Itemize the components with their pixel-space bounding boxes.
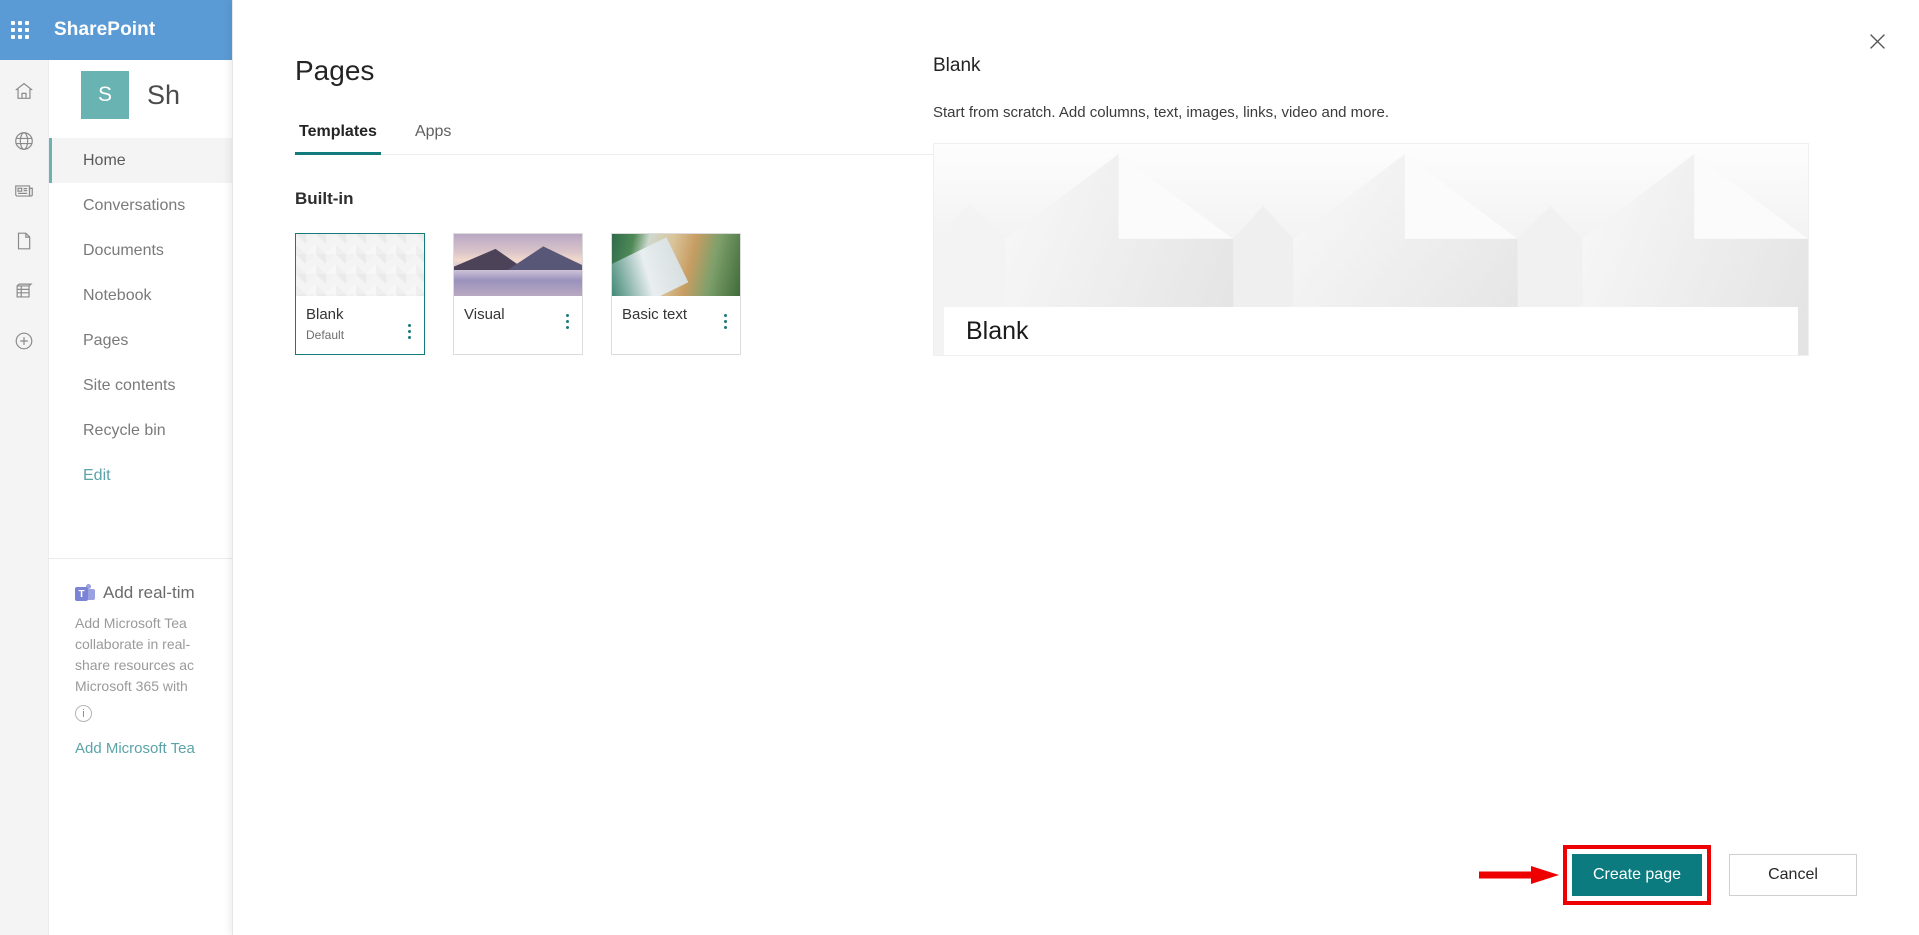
more-options-icon[interactable] — [560, 312, 574, 330]
site-logo: S — [81, 71, 129, 119]
template-card-meta: Blank Default — [296, 296, 424, 354]
preview-title: Blank — [933, 55, 981, 76]
template-default-badge: Default — [306, 328, 345, 342]
create-page-dialog: Pages Templates Apps Built-in Blank Defa… — [232, 0, 1919, 935]
template-thumbnail-basic-text — [612, 234, 740, 296]
tab-templates[interactable]: Templates — [295, 117, 381, 155]
dialog-footer: Create page Cancel — [233, 815, 1919, 935]
app-rail — [0, 60, 49, 935]
home-icon[interactable] — [0, 66, 49, 116]
template-name: Basic text — [622, 306, 688, 323]
template-thumbnail-visual — [454, 234, 582, 296]
suite-bar: SharePoint — [0, 0, 232, 60]
teams-icon: T — [75, 584, 95, 602]
template-card-meta: Basic text — [612, 296, 740, 344]
site-title[interactable]: Sh — [147, 80, 180, 111]
app-launcher-icon[interactable] — [0, 0, 40, 60]
more-options-icon[interactable] — [718, 312, 732, 330]
preview-pane: Blank Start from scratch. Add columns, t… — [933, 55, 1919, 935]
close-icon[interactable] — [1859, 23, 1895, 59]
dialog-body: Pages Templates Apps Built-in Blank Defa… — [233, 0, 1919, 935]
page-title: Pages — [295, 55, 375, 86]
document-icon[interactable] — [0, 216, 49, 266]
template-name: Visual — [464, 306, 505, 323]
red-arrow-annotation — [1478, 866, 1559, 884]
info-icon[interactable]: i — [75, 705, 92, 722]
template-card-visual[interactable]: Visual — [453, 233, 583, 355]
tab-list: Templates Apps — [295, 117, 935, 155]
globe-icon[interactable] — [0, 116, 49, 166]
template-card-meta: Visual — [454, 296, 582, 344]
section-title-built-in: Built-in — [295, 189, 354, 208]
hero-title: Blank — [966, 316, 1029, 345]
news-icon[interactable] — [0, 166, 49, 216]
template-card-basic-text[interactable]: Basic text — [611, 233, 741, 355]
preview-hero: Blank — [933, 143, 1809, 356]
templates-pane: Pages Templates Apps Built-in Blank Defa… — [233, 55, 935, 935]
template-thumbnail-blank — [296, 234, 424, 296]
cancel-button[interactable]: Cancel — [1729, 854, 1857, 896]
create-page-button[interactable]: Create page — [1571, 854, 1702, 896]
template-card-list: Blank Default Visual Basic text — [295, 233, 933, 355]
tab-apps[interactable]: Apps — [411, 117, 455, 154]
create-page-highlight-annotation: Create page — [1478, 845, 1711, 905]
more-options-icon[interactable] — [402, 322, 416, 340]
promo-heading: Add real-tim — [103, 583, 195, 602]
template-card-blank[interactable]: Blank Default — [295, 233, 425, 355]
plus-circle-icon[interactable] — [0, 316, 49, 366]
template-name: Blank — [306, 306, 344, 323]
app-root: SharePoint S Sh Home Conversations Docum… — [0, 0, 1919, 935]
preview-description: Start from scratch. Add columns, text, i… — [933, 104, 1390, 121]
hero-title-bar: Blank — [944, 307, 1798, 355]
list-icon[interactable] — [0, 266, 49, 316]
suite-title[interactable]: SharePoint — [54, 19, 155, 41]
